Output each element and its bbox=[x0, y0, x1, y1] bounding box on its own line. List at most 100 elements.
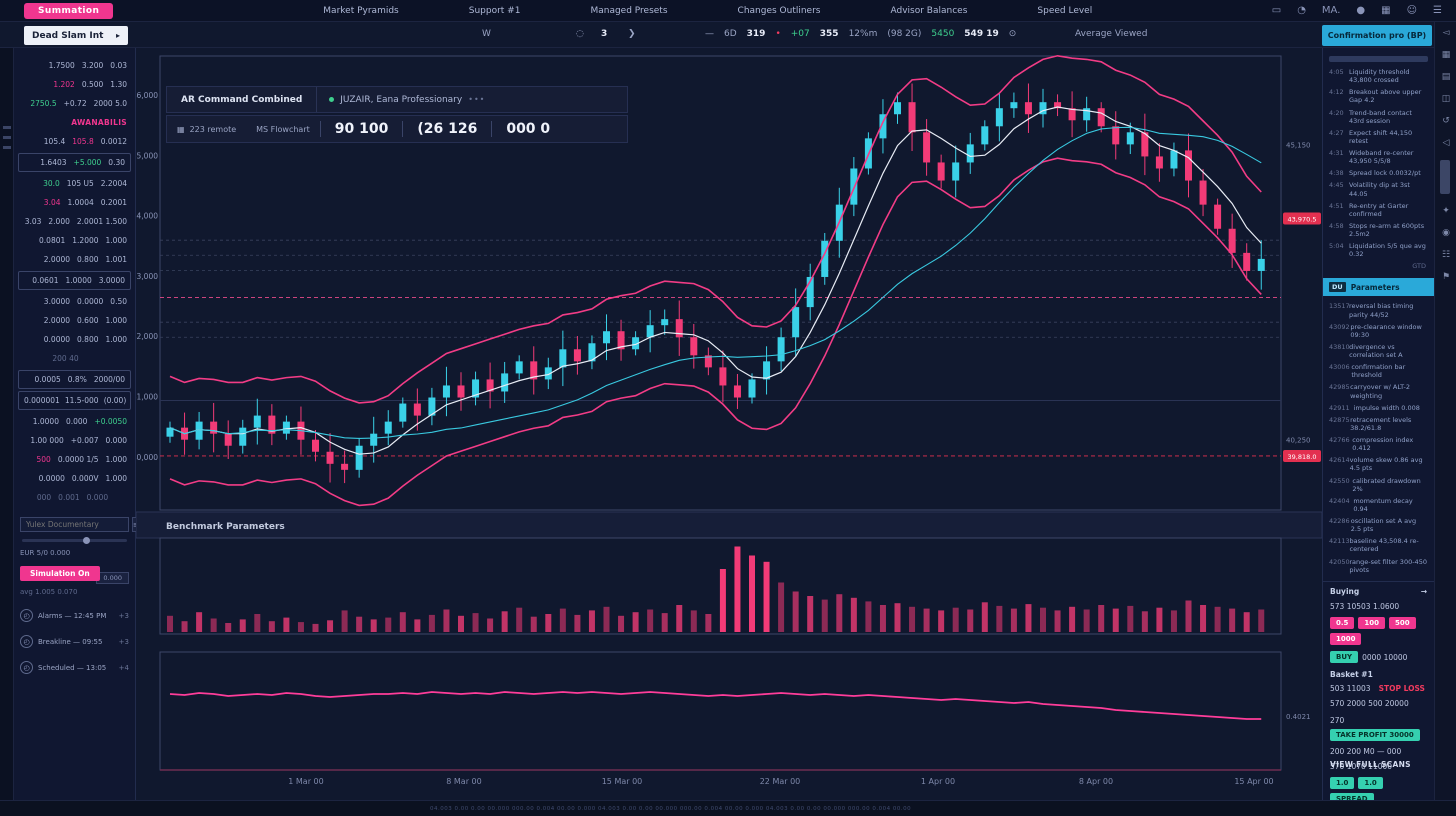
grid-icon[interactable]: ▦ bbox=[1381, 5, 1390, 16]
param-row[interactable]: 43092pre-clearance window 09:30 bbox=[1323, 321, 1434, 341]
event-row[interactable]: 4:31Wideband re-center 43,950 5/5/8 bbox=[1323, 147, 1434, 167]
quantity-chip[interactable]: 500 bbox=[1389, 617, 1416, 629]
watchlist-row[interactable]: AWANABILIS bbox=[14, 113, 135, 132]
bars-count[interactable]: 3 bbox=[601, 29, 607, 39]
watchlist-row[interactable]: 2.00000.6001.000 bbox=[14, 311, 135, 330]
tab-remote[interactable]: ▦ 223 remote bbox=[167, 116, 246, 142]
slider-thumb[interactable] bbox=[83, 537, 90, 544]
speaker-icon[interactable]: ◅ bbox=[1435, 22, 1456, 44]
menu-item[interactable]: Managed Presets bbox=[590, 6, 667, 16]
watchlist-row[interactable]: 0.00000.8001.000 bbox=[14, 330, 135, 349]
range-slider[interactable] bbox=[22, 539, 127, 542]
param-row[interactable]: 42614volume skew 0.86 avg 4.5 pts bbox=[1323, 454, 1434, 474]
price-chart[interactable]: Benchmark Parameters46,00045,00044,00043… bbox=[136, 48, 1322, 800]
event-row[interactable]: 4:27Expect shift 44,150 retest bbox=[1323, 127, 1434, 147]
quantity-chip[interactable]: 1000 bbox=[1330, 633, 1361, 645]
watchlist-row[interactable]: 0000.0010.000 bbox=[14, 488, 135, 507]
spread-chip[interactable]: 1.0 bbox=[1330, 777, 1354, 789]
monitor-icon[interactable]: ▭ bbox=[1272, 5, 1281, 16]
menu-icon[interactable]: ☰ bbox=[1433, 5, 1442, 16]
clock-row[interactable]: ◴Scheduled — 13:05+4 bbox=[20, 661, 129, 674]
watchlist-search-input[interactable] bbox=[20, 517, 129, 532]
more-dots-icon[interactable]: ••• bbox=[468, 95, 485, 104]
param-row[interactable]: 43810divergence vs correlation set A bbox=[1323, 341, 1434, 361]
param-row[interactable]: 42550calibrated drawdown 2% bbox=[1323, 475, 1434, 495]
confirmation-button[interactable]: Confirmation pro (BP) bbox=[1322, 25, 1432, 46]
menu-item[interactable]: Support #1 bbox=[469, 6, 521, 16]
buying-section-header[interactable]: Buying → bbox=[1323, 581, 1434, 599]
bell-icon[interactable]: ◔ bbox=[1297, 5, 1306, 16]
panel-handle[interactable] bbox=[1329, 56, 1428, 62]
param-row[interactable]: 42875retracement levels 38.2/61.8 bbox=[1323, 414, 1434, 434]
menu-item[interactable]: Speed Level bbox=[1037, 6, 1092, 16]
clock-row[interactable]: ◴Breakline — 09:55+3 bbox=[20, 635, 129, 648]
take-profit-button[interactable]: TAKE PROFIT 30000 bbox=[1330, 729, 1420, 741]
param-row[interactable]: 42404momentum decay 0.94 bbox=[1323, 495, 1434, 515]
event-row[interactable]: 4:45Volatility dip at 3st 44.05 bbox=[1323, 179, 1434, 199]
link-icon[interactable]: ↺ bbox=[1435, 110, 1456, 132]
watchlist-row[interactable]: 1.00 000+0.0070.000 bbox=[14, 431, 135, 450]
clock-row[interactable]: ◴Alarms — 12:45 PM+3 bbox=[20, 609, 129, 622]
gear-icon[interactable]: ⊙ bbox=[1009, 29, 1017, 39]
watchlist-row[interactable]: 5000.0000 1/51.000 bbox=[14, 450, 135, 469]
quantity-chip[interactable]: 0.5 bbox=[1330, 617, 1354, 629]
symbol-selector[interactable]: Dead Slam Int ▸ bbox=[24, 26, 128, 45]
event-row[interactable]: 4:12Breakout above upper Gap 4.2 bbox=[1323, 86, 1434, 106]
event-row[interactable]: 4:51Re-entry at Garter confirmed bbox=[1323, 200, 1434, 220]
spread-chip[interactable]: 1.0 bbox=[1358, 777, 1382, 789]
param-row[interactable]: 13517reversal bias timing parity 44/52 bbox=[1323, 300, 1434, 320]
eye-icon[interactable]: ◉ bbox=[1435, 222, 1456, 244]
event-row[interactable]: 4:38Spread lock 0.0032/pt bbox=[1323, 167, 1434, 179]
watchlist-row[interactable]: 3.032.0002.0001 1.500 bbox=[14, 212, 135, 231]
flag-icon[interactable]: ⚑ bbox=[1435, 266, 1456, 288]
view-scans-link[interactable]: VIEW FULL SCANS bbox=[1330, 760, 1411, 769]
watchlist-row[interactable]: 105.4105.80.0012 bbox=[14, 132, 135, 151]
watchlist-row[interactable]: 0.06011.00003.0000 bbox=[18, 271, 131, 290]
watchlist-row[interactable]: 1.75003.2000.03 bbox=[14, 56, 135, 75]
back-icon[interactable]: ◁ bbox=[1435, 132, 1456, 154]
watchlist-row[interactable]: 1.00000.000+0.0050 bbox=[14, 412, 135, 431]
user-icon[interactable]: ☺ bbox=[1407, 5, 1417, 16]
parameters-header[interactable]: DU Parameters bbox=[1323, 278, 1434, 296]
interval-button[interactable]: W bbox=[482, 29, 491, 39]
watchlist-row[interactable]: 3.041.00040.2001 bbox=[14, 193, 135, 212]
param-row[interactable]: 42113baseline 43,508.4 re-centered bbox=[1323, 535, 1434, 555]
scrollbar-thumb[interactable] bbox=[1440, 160, 1450, 194]
watchlist-row[interactable]: 0.00000111.5-000(0.00) bbox=[18, 391, 131, 410]
event-row[interactable]: 5:04Liquidation 5/5 que avg 0.32 bbox=[1323, 240, 1434, 260]
watchlist-row[interactable]: 2.00000.8001.001 bbox=[14, 250, 135, 269]
param-row[interactable]: 42766compression index 0.412 bbox=[1323, 434, 1434, 454]
menu-item[interactable]: Changes Outliners bbox=[738, 6, 821, 16]
watchlist-row[interactable]: 3.00000.00000.50 bbox=[14, 292, 135, 311]
indicator-icon[interactable]: ◌ bbox=[576, 29, 584, 39]
quantity-chip[interactable]: 100 bbox=[1358, 617, 1385, 629]
brand-button[interactable]: Summation bbox=[24, 3, 113, 19]
menu-item[interactable]: Advisor Balances bbox=[891, 6, 968, 16]
event-row[interactable]: 4:58Stops re-arm at 600pts 2.5m2 bbox=[1323, 220, 1434, 240]
watchlist-row[interactable]: 1.6403+5.0000.30 bbox=[18, 153, 131, 172]
hand-icon[interactable]: ✦ bbox=[1435, 200, 1456, 222]
param-row[interactable]: 42985carryover w/ ALT-2 weighting bbox=[1323, 381, 1434, 401]
watchlist-row[interactable]: 0.08011.20001.000 bbox=[14, 231, 135, 250]
watchlist-row[interactable]: 200 40 bbox=[14, 349, 135, 368]
tab-flowchart[interactable]: MS Flowchart bbox=[246, 116, 320, 142]
chevron-icon[interactable]: ❯ bbox=[628, 29, 636, 39]
param-row[interactable]: 42286oscillation set A avg 2.5 pts bbox=[1323, 515, 1434, 535]
param-row[interactable]: 42050range-set filter 300-450 pivots bbox=[1323, 556, 1434, 576]
grid-icon[interactable]: ▦ bbox=[1435, 44, 1456, 66]
user-icon[interactable]: ☷ bbox=[1435, 244, 1456, 266]
buy-button[interactable]: BUY bbox=[1330, 651, 1358, 663]
watchlist-row[interactable]: 30.0105 U52.2004 bbox=[14, 174, 135, 193]
menu-item[interactable]: Market Pyramids bbox=[323, 6, 398, 16]
watchlist-row[interactable]: 1.2020.5001.30 bbox=[14, 75, 135, 94]
event-row[interactable]: 4:05Liquidity threshold 43,800 crossed bbox=[1323, 66, 1434, 86]
event-row[interactable]: 4:20Trend-band contact 43rd session bbox=[1323, 107, 1434, 127]
calendar-icon[interactable]: ▤ bbox=[1435, 66, 1456, 88]
watchlist-row[interactable]: 0.00050.8%2000/00 bbox=[18, 370, 131, 389]
param-row[interactable]: 42911impulse width 0.008 bbox=[1323, 402, 1434, 414]
chart-icon[interactable]: ◫ bbox=[1435, 88, 1456, 110]
simulation-button[interactable]: Simulation On bbox=[20, 566, 100, 581]
watchlist-row[interactable]: 2750.5+0.722000 5.0 bbox=[14, 94, 135, 113]
watchlist-row[interactable]: 0.00000.000V1.000 bbox=[14, 469, 135, 488]
param-row[interactable]: 43006confirmation bar threshold bbox=[1323, 361, 1434, 381]
